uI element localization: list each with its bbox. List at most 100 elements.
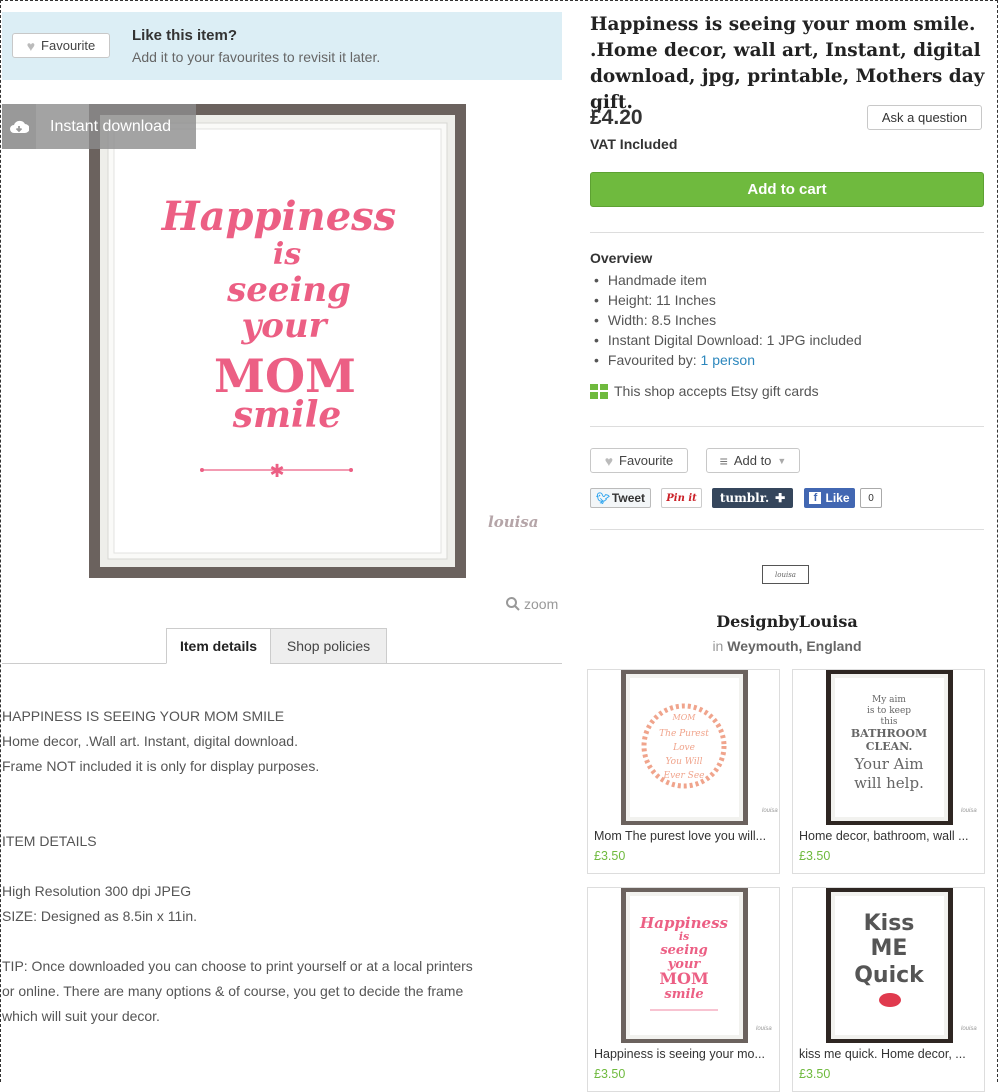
gift-cards-note: This shop accepts Etsy gift cards — [590, 383, 819, 399]
overview-heading: Overview — [590, 250, 653, 266]
description-line: which will suit your decor. — [2, 1008, 160, 1024]
related-item-caption: Happiness is seeing your mo... — [594, 1047, 765, 1061]
related-item-caption: Home decor, bathroom, wall ... — [799, 829, 969, 843]
art-line-4: your — [240, 306, 328, 346]
banner-title: Like this item? — [132, 27, 238, 44]
facebook-like-button[interactable]: f Like — [804, 488, 855, 508]
related-item-thumbnail: Happiness is seeing your MOM smile louis… — [621, 888, 772, 1043]
related-item-thumbnail: Kiss ME Quick louisa — [826, 888, 977, 1043]
divider — [590, 529, 984, 530]
overview-item: Favourited by: 1 person — [594, 350, 862, 370]
svg-text:is to keep: is to keep — [867, 706, 911, 716]
svg-text:ME: ME — [871, 936, 908, 961]
favourited-by-link[interactable]: 1 person — [701, 352, 755, 368]
overview-item: Width: 8.5 Inches — [594, 310, 862, 330]
svg-text:louisa: louisa — [756, 1026, 772, 1032]
related-item-price: £3.50 — [594, 849, 626, 863]
related-item-price: £3.50 — [594, 1067, 626, 1081]
art-line-1: Happiness — [161, 193, 396, 240]
add-to-label: Add to — [733, 453, 772, 468]
svg-text:Your Aim: Your Aim — [853, 755, 923, 773]
overview-item: Height: 11 Inches — [594, 290, 862, 310]
twitter-bird-icon: 🐦︎ — [595, 492, 610, 505]
tumblr-button[interactable]: tumblr. ✚ — [712, 488, 793, 508]
ask-question-button[interactable]: Ask a question — [867, 105, 982, 130]
description-line: Frame NOT included it is only for displa… — [2, 758, 320, 774]
description-line: HAPPINESS IS SEEING YOUR MOM SMILE — [2, 708, 285, 724]
related-item-price: £3.50 — [799, 1067, 831, 1081]
shop-location: in Weymouth, England — [712, 638, 862, 654]
description-line: ITEM DETAILS — [2, 833, 97, 849]
main-product-image[interactable]: Happiness is seeing your MOM smile ✱ lou… — [89, 104, 466, 578]
gift-cards-text: This shop accepts Etsy gift cards — [614, 383, 819, 399]
menu-lines-icon: ≡ — [719, 452, 728, 469]
svg-text:louisa: louisa — [961, 808, 977, 814]
svg-text:smile: smile — [664, 987, 703, 1002]
tweet-button[interactable]: 🐦︎ Tweet — [590, 488, 651, 508]
caret-down-icon: ▼ — [777, 455, 787, 466]
shop-location-value: Weymouth, England — [727, 638, 862, 654]
svg-text:is: is — [679, 930, 689, 943]
related-item-caption: Mom The purest love you will... — [594, 829, 767, 843]
related-item-card[interactable]: MOM The Purest Love You Will Ever See lo… — [587, 669, 780, 874]
favourite-button-label: Favourite — [41, 38, 96, 53]
tab-item-details[interactable]: Item details — [166, 628, 271, 664]
related-item-card[interactable]: My aim is to keep this BATHROOM CLEAN. Y… — [792, 669, 985, 874]
divider — [590, 232, 984, 233]
svg-text:✱: ✱ — [269, 461, 284, 481]
description-line: High Resolution 300 dpi JPEG — [2, 883, 192, 899]
shop-name[interactable]: DesignbyLouisa — [590, 612, 984, 631]
svg-text:Love: Love — [672, 743, 695, 753]
favourite-button-top[interactable]: ♥ Favourite — [12, 33, 110, 58]
svg-text:Kiss: Kiss — [864, 911, 915, 936]
add-to-cart-button[interactable]: Add to cart — [590, 172, 984, 207]
art-line-6: smile — [232, 394, 342, 436]
facebook-like-count: 0 — [860, 488, 882, 508]
overview-item: Instant Digital Download: 1 JPG included — [594, 330, 862, 350]
related-item-price: £3.50 — [799, 849, 831, 863]
svg-text:will help.: will help. — [854, 774, 924, 792]
favourite-button[interactable]: ♥ Favourite — [590, 448, 688, 473]
svg-text:BATHROOM: BATHROOM — [851, 727, 927, 740]
related-item-thumbnail: My aim is to keep this BATHROOM CLEAN. Y… — [826, 670, 977, 825]
related-item-card[interactable]: Happiness is seeing your MOM smile louis… — [587, 887, 780, 1092]
vat-note: VAT Included — [590, 136, 678, 152]
cloud-download-icon — [2, 104, 36, 149]
svg-text:My aim: My aim — [872, 695, 906, 705]
magnifier-icon — [506, 597, 520, 611]
add-to-list-button[interactable]: ≡ Add to ▼ — [706, 448, 800, 473]
instant-download-badge: Instant download — [2, 104, 196, 149]
related-item-caption: kiss me quick. Home decor, ... — [799, 1047, 966, 1061]
favourite-button-label: Favourite — [619, 453, 674, 468]
svg-text:MOM: MOM — [659, 969, 708, 988]
favourite-banner: ♥ Favourite Like this item? Add it to yo… — [2, 12, 562, 80]
description-line: or online. There are many options & of c… — [2, 983, 464, 999]
image-watermark: louisa — [488, 513, 539, 531]
art-line-2: is — [273, 237, 301, 272]
zoom-link[interactable]: zoom — [505, 596, 558, 612]
zoom-label: zoom — [524, 596, 559, 612]
svg-text:You Will: You Will — [666, 757, 703, 767]
overview-list: Handmade item Height: 11 Inches Width: 8… — [594, 270, 862, 370]
banner-subtitle: Add it to your favourites to revisit it … — [132, 49, 381, 65]
pinit-button[interactable]: Pin it — [661, 488, 702, 508]
svg-text:seeing: seeing — [660, 943, 707, 958]
related-item-card[interactable]: Kiss ME Quick louisa kiss me quick. Home… — [792, 887, 985, 1092]
heart-icon: ♥ — [604, 452, 614, 469]
svg-text:this: this — [881, 717, 898, 727]
description-line: Home decor, .Wall art. Instant, digital … — [2, 733, 298, 749]
art-line-3: seeing — [226, 270, 351, 310]
gift-card-icon — [590, 383, 608, 399]
listing-price: £4.20 — [590, 106, 643, 129]
svg-text:Quick: Quick — [854, 963, 925, 988]
svg-text:louisa: louisa — [762, 808, 778, 814]
shop-logo[interactable]: louisa — [762, 565, 809, 584]
svg-text:MOM: MOM — [672, 713, 697, 722]
facebook-icon: f — [809, 492, 822, 504]
svg-text:Ever See: Ever See — [663, 771, 705, 781]
heart-icon: ♥ — [26, 37, 36, 54]
svg-text:CLEAN.: CLEAN. — [866, 740, 913, 753]
overview-item: Handmade item — [594, 270, 862, 290]
tab-shop-policies[interactable]: Shop policies — [270, 628, 387, 664]
description-line: TIP: Once downloaded you can choose to p… — [2, 958, 473, 974]
